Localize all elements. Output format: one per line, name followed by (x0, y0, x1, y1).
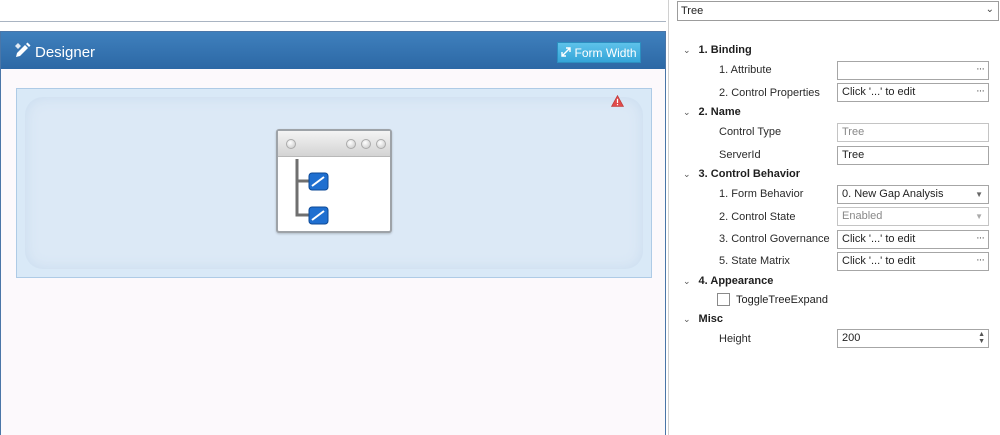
section-control-behavior[interactable]: ⌄ 3. Control Behavior (683, 166, 800, 182)
control-type-label: Control Type (719, 126, 782, 138)
toggle-tree-expand-label: ToggleTreeExpand (736, 293, 828, 306)
control-governance-field[interactable]: Click '...' to edit ··· (837, 230, 989, 249)
tree-control-icon (290, 159, 340, 228)
warning-triangle-icon[interactable] (610, 94, 625, 110)
chevron-down-icon[interactable]: ⌄ (683, 169, 691, 180)
section-control-behavior-title: 3. Control Behavior (698, 168, 801, 180)
window-dot-icon (346, 139, 356, 149)
server-id-label: ServerId (719, 149, 761, 161)
top-divider (0, 21, 666, 22)
section-misc-title: Misc (698, 313, 724, 325)
expand-arrows-icon (561, 46, 572, 60)
form-behavior-select[interactable]: 0. New Gap Analysis ▼ (837, 185, 989, 204)
control-properties-value: Click '...' to edit (842, 86, 916, 98)
design-canvas[interactable] (16, 88, 652, 278)
server-id-value: Tree (842, 149, 865, 161)
chevron-down-icon[interactable]: ⌄ (986, 4, 994, 15)
height-label: Height (719, 333, 751, 345)
section-binding-title: 1. Binding (698, 44, 752, 56)
section-misc[interactable]: ⌄ Misc (683, 311, 723, 327)
ellipsis-icon[interactable]: ··· (976, 230, 985, 247)
control-selector[interactable]: Tree ⌄ (677, 1, 999, 21)
dropdown-arrow-icon: ▼ (975, 212, 983, 221)
dropdown-arrow-icon[interactable]: ▼ (975, 186, 983, 203)
control-state-select: Enabled ▼ (837, 207, 989, 226)
state-matrix-label: 5. State Matrix (719, 255, 790, 267)
form-width-label: Form Width (574, 45, 637, 60)
height-value: 200 (842, 332, 861, 344)
control-governance-value: Click '...' to edit (842, 233, 916, 245)
window-dot-icon (361, 139, 371, 149)
spinner-icon[interactable]: ▲ ▼ (978, 331, 985, 345)
window-dot-icon (286, 139, 296, 149)
control-properties-label: 2. Control Properties (719, 87, 820, 99)
toggle-tree-expand-checkbox[interactable] (717, 293, 730, 306)
tree-control-titlebar (278, 131, 390, 157)
chevron-down-icon[interactable]: ⌄ (683, 314, 691, 325)
designer-header: Designer Form Width (1, 32, 665, 69)
designer-title: Designer (35, 43, 96, 61)
control-selector-value: Tree (681, 5, 704, 17)
designer-pane: Designer Form Width (0, 0, 668, 435)
section-name[interactable]: ⌄ 2. Name (683, 104, 741, 120)
chevron-down-icon[interactable]: ⌄ (683, 45, 691, 56)
form-width-button[interactable]: Form Width (557, 42, 641, 63)
state-matrix-value: Click '...' to edit (842, 255, 916, 267)
window-dot-icon (376, 139, 386, 149)
ellipsis-icon[interactable]: ··· (976, 83, 985, 100)
designer-title-wrap: Designer (14, 42, 95, 62)
toggle-tree-expand-row[interactable]: ToggleTreeExpand (717, 293, 828, 306)
ellipsis-icon[interactable]: ··· (976, 252, 985, 269)
form-behavior-value: 0. New Gap Analysis (842, 188, 944, 200)
tree-control-placeholder[interactable] (276, 129, 392, 233)
state-matrix-field[interactable]: Click '...' to edit ··· (837, 252, 989, 271)
server-id-field[interactable]: Tree (837, 146, 989, 165)
section-appearance[interactable]: ⌄ 4. Appearance (683, 273, 773, 289)
attribute-label: 1. Attribute (719, 64, 772, 76)
control-type-field: Tree (837, 123, 989, 142)
control-type-value: Tree (842, 126, 865, 138)
control-state-value: Enabled (842, 210, 883, 222)
ellipsis-icon[interactable]: ··· (976, 61, 985, 78)
section-binding[interactable]: ⌄ 1. Binding (683, 42, 752, 58)
control-governance-label: 3. Control Governance (719, 233, 830, 245)
section-appearance-title: 4. Appearance (698, 275, 774, 287)
designer-panel: Designer Form Width (0, 31, 666, 435)
form-behavior-label: 1. Form Behavior (719, 188, 804, 200)
height-spinner[interactable]: 200 ▲ ▼ (837, 329, 989, 348)
chevron-down-icon[interactable]: ⌄ (683, 107, 691, 118)
pencil-ruler-icon (14, 42, 31, 62)
control-state-label: 2. Control State (719, 211, 796, 223)
control-properties-field[interactable]: Click '...' to edit ··· (837, 83, 989, 102)
property-panel: Tree ⌄ ⌄ 1. Binding 1. Attribute ··· 2. … (668, 0, 1000, 435)
section-name-title: 2. Name (698, 106, 741, 118)
chevron-down-icon[interactable]: ⌄ (683, 276, 691, 287)
attribute-field[interactable]: ··· (837, 61, 989, 80)
